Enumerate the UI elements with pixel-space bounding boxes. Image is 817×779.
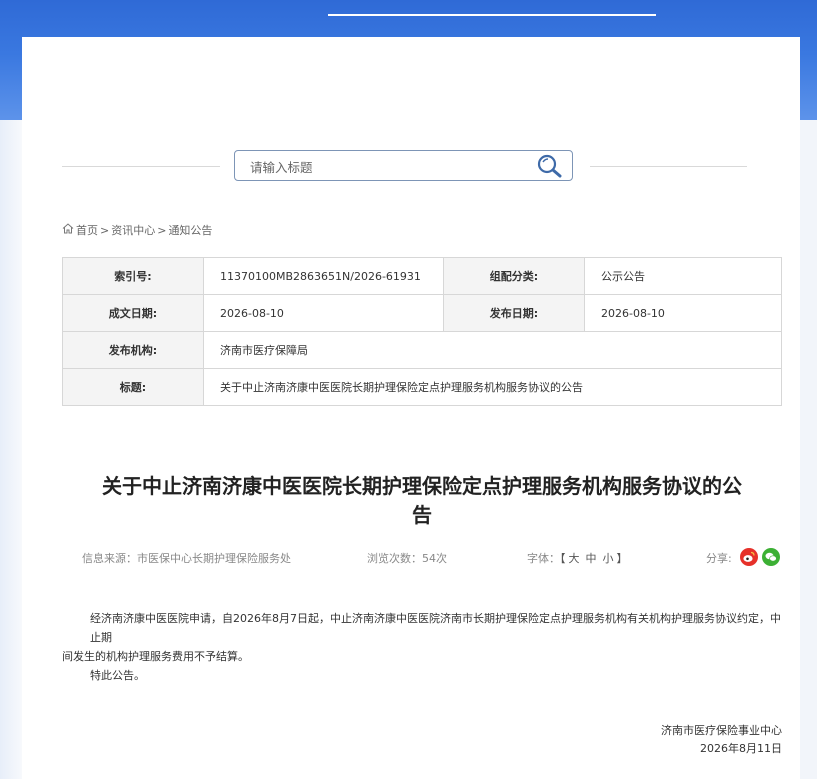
article-paragraph: 特此公告。 [90, 669, 145, 682]
font-size-control: 字体：【大中小】 [527, 550, 628, 566]
left-background [0, 120, 22, 779]
published-date-label: 发布日期: [443, 294, 585, 332]
table-row: 索引号: 11370100MB2863651N/2026-61931 组配分类:… [62, 257, 782, 295]
created-date-value: 2026-08-10 [203, 294, 444, 332]
font-bracket: 】 [616, 552, 628, 565]
metadata-table: 索引号: 11370100MB2863651N/2026-61931 组配分类:… [62, 257, 782, 406]
article-title: 关于中止济南济康中医医院长期护理保险定点护理服务机构服务协议的公 告 [62, 472, 782, 530]
divider-right [590, 166, 747, 167]
banner-underline [328, 14, 656, 16]
weibo-icon[interactable] [740, 548, 758, 566]
font-size-medium[interactable]: 中 [586, 552, 597, 565]
agency-value: 济南市医疗保障局 [203, 331, 782, 369]
font-size-small[interactable]: 小 [603, 552, 614, 565]
right-background [800, 120, 817, 779]
breadcrumb-separator: > [100, 223, 110, 237]
created-date-label: 成文日期: [62, 294, 204, 332]
breadcrumb-home[interactable]: 首页 [76, 222, 98, 238]
article-paragraph: 经济南济康中医医院申请，自2026年8月7日起，中止济南济康中医医院济南市长期护… [90, 612, 781, 644]
info-source: 信息来源：市医保中心长期护理保险服务处 [82, 552, 291, 565]
published-date-value: 2026-08-10 [584, 294, 782, 332]
table-row: 成文日期: 2026-08-10 发布日期: 2026-08-10 [62, 294, 782, 332]
signer: 济南市医疗保险事业中心 [661, 724, 782, 737]
breadcrumb-separator: > [157, 223, 167, 237]
sign-date: 2026年8月11日 [700, 742, 782, 755]
article-paragraph-continued: 间发生的机构护理服务费用不予结算。 [62, 650, 249, 663]
search-box [234, 150, 573, 181]
breadcrumb-news-center[interactable]: 资讯中心 [111, 222, 155, 238]
category-label: 组配分类: [443, 257, 585, 295]
home-icon [62, 223, 74, 237]
share-label: 分享: [706, 552, 732, 565]
breadcrumb: 首页 > 资讯中心 > 通知公告 [62, 222, 212, 238]
title-value: 关于中止济南济康中医医院长期护理保险定点护理服务机构服务协议的公告 [203, 368, 782, 406]
article-title-line: 关于中止济南济康中医医院长期护理保险定点护理服务机构服务协议的公 [102, 474, 742, 498]
article-body: 经济南济康中医医院申请，自2026年8月7日起，中止济南济康中医医院济南市长期护… [62, 609, 782, 685]
font-size-label: 字体： [527, 552, 560, 565]
category-value: 公示公告 [584, 257, 782, 295]
search-input[interactable] [248, 156, 522, 178]
agency-label: 发布机构: [62, 331, 204, 369]
index-label: 索引号: [62, 257, 204, 295]
article-title-line: 告 [412, 503, 432, 527]
table-row: 标题: 关于中止济南济康中医医院长期护理保险定点护理服务机构服务协议的公告 [62, 368, 782, 406]
divider-left [62, 166, 220, 167]
breadcrumb-notices[interactable]: 通知公告 [168, 222, 212, 238]
title-label: 标题: [62, 368, 204, 406]
search-icon[interactable] [536, 153, 564, 179]
index-value: 11370100MB2863651N/2026-61931 [203, 257, 444, 295]
view-count: 浏览次数：54次 [367, 552, 447, 565]
wechat-icon[interactable] [762, 548, 780, 566]
font-bracket: 【 [560, 552, 566, 565]
table-row: 发布机构: 济南市医疗保障局 [62, 331, 782, 369]
font-size-large[interactable]: 大 [569, 552, 580, 565]
